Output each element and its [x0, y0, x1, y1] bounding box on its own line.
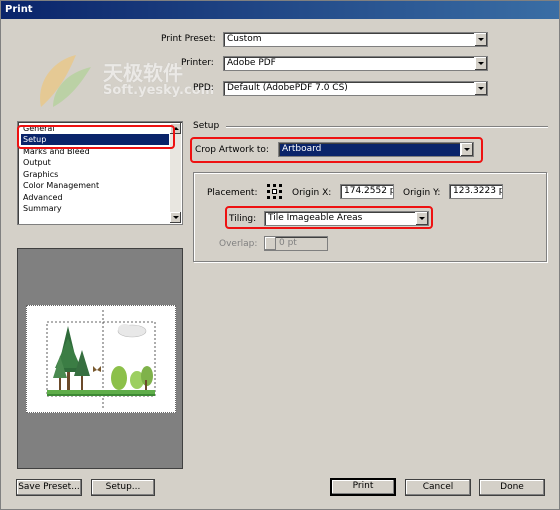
printer-select[interactable]: Adobe PDF [223, 56, 488, 71]
crop-artwork-select[interactable]: Artboard [278, 142, 474, 157]
overlap-stepper-icon[interactable] [265, 237, 276, 250]
done-button[interactable]: Done [479, 479, 545, 496]
crop-artwork-value: Artboard [282, 144, 322, 154]
window-title: Print [1, 1, 559, 19]
printer-value: Adobe PDF [227, 58, 276, 68]
watermark-chinese-text: 天极软件 [103, 61, 183, 85]
chevron-down-icon[interactable] [474, 82, 487, 95]
tiling-label: Tiling: [229, 214, 257, 224]
print-preset-value: Custom [227, 34, 262, 44]
crop-artwork-label: Crop Artwork to: [195, 145, 269, 155]
tiling-select[interactable]: Tile Imageable Areas [264, 211, 429, 226]
chevron-down-icon[interactable] [474, 57, 487, 70]
category-item-summary[interactable]: Summary [21, 203, 169, 214]
print-button[interactable]: Print [330, 478, 396, 496]
printer-label: Printer: [181, 58, 214, 68]
chevron-down-icon[interactable] [460, 143, 473, 156]
print-preset-label: Print Preset: [161, 34, 216, 44]
save-preset-button[interactable]: Save Preset... [16, 479, 82, 496]
category-item-setup[interactable]: Setup [21, 134, 169, 145]
category-item-general[interactable]: General [21, 123, 169, 134]
print-preset-select[interactable]: Custom [223, 32, 488, 47]
print-dialog: Print 天极软件 Soft.yesky.com Print Preset: … [0, 0, 560, 510]
ppd-value: Default (AdobePDF 7.0 CS) [227, 83, 348, 93]
reference-point-icon[interactable] [267, 184, 283, 200]
category-item-color-management[interactable]: Color Management [21, 180, 169, 191]
chevron-down-icon[interactable] [474, 33, 487, 46]
category-list[interactable]: General Setup Marks and Bleed Output Gra… [17, 121, 183, 225]
category-item-output[interactable]: Output [21, 157, 169, 168]
category-item-advanced[interactable]: Advanced [21, 192, 169, 203]
leaf-logo-icon [40, 55, 91, 107]
artwork-preview-image [46, 310, 156, 410]
section-divider [226, 126, 548, 128]
origin-y-field[interactable]: 123.3223 p [449, 184, 503, 199]
category-item-marks-and-bleed[interactable]: Marks and Bleed [21, 146, 169, 157]
section-title: Setup [193, 121, 220, 131]
origin-y-label: Origin Y: [403, 188, 441, 198]
category-scrollbar[interactable] [170, 123, 181, 223]
ppd-label: PPD: [193, 83, 214, 93]
origin-x-label: Origin X: [292, 188, 332, 198]
preview-page [26, 305, 176, 413]
scroll-down-icon[interactable] [170, 212, 181, 223]
origin-x-field[interactable]: 174.2552 p [340, 184, 394, 199]
setup-button[interactable]: Setup... [91, 479, 155, 496]
cancel-button[interactable]: Cancel [405, 479, 471, 496]
ppd-select[interactable]: Default (AdobePDF 7.0 CS) [223, 81, 488, 96]
print-preview[interactable] [17, 248, 183, 469]
overlap-label: Overlap: [219, 239, 258, 249]
scroll-up-icon[interactable] [170, 123, 181, 134]
category-item-graphics[interactable]: Graphics [21, 169, 169, 180]
placement-label: Placement: [207, 188, 258, 198]
chevron-down-icon[interactable] [415, 212, 428, 225]
tiling-value: Tile Imageable Areas [268, 213, 363, 223]
overlap-value: 0 pt [279, 238, 297, 248]
